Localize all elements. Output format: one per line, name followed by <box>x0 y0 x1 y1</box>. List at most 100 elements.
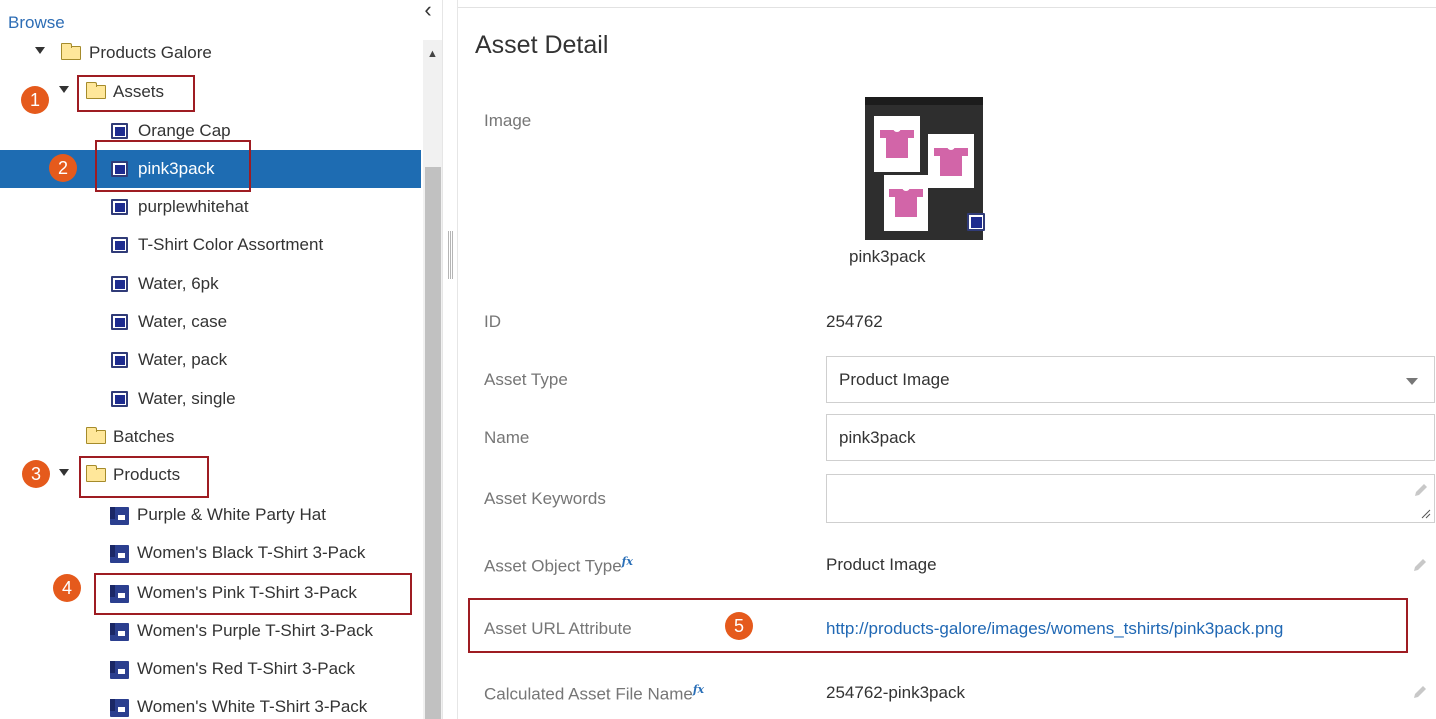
tshirt-shape <box>889 187 923 217</box>
asset-keywords-label: Asset Keywords <box>484 489 606 508</box>
tree-item-label: Women's Red T-Shirt 3-Pack <box>137 659 356 678</box>
tree-item-product[interactable]: Women's White T-Shirt 3-Pack <box>0 688 421 719</box>
browse-title: Browse <box>8 13 65 32</box>
product-icon <box>110 661 129 679</box>
id-value: 254762 <box>826 312 883 331</box>
expand-triangle-icon[interactable] <box>35 47 45 54</box>
resize-handle-icon[interactable] <box>1421 509 1431 519</box>
pane-splitter[interactable] <box>442 0 458 719</box>
tree-item-label: Water, single <box>138 389 236 408</box>
fx-icon: fx <box>692 683 705 696</box>
splitter-grip-icon[interactable] <box>448 231 454 279</box>
marker-4: 4 <box>53 574 81 602</box>
chevron-down-icon[interactable] <box>1406 378 1418 385</box>
callout-box-assets <box>77 75 195 112</box>
id-label: ID <box>484 312 501 331</box>
tree-item-asset[interactable]: Water, 6pk <box>0 265 421 303</box>
scrollbar-thumb[interactable] <box>425 167 441 719</box>
asset-icon <box>111 352 128 368</box>
asset-icon <box>111 314 128 330</box>
tree-item-assets[interactable]: Assets <box>0 73 421 111</box>
callout-box-products <box>79 456 209 498</box>
tree-item-asset[interactable]: T-Shirt Color Assortment <box>0 226 421 264</box>
thumbnail-caption: pink3pack <box>849 247 926 266</box>
page-title: Asset Detail <box>475 31 609 59</box>
tree-item-label: Products Galore <box>89 43 212 62</box>
asset-icon <box>111 199 128 215</box>
callout-box-pink-tshirt <box>94 573 412 615</box>
tree-item-batches[interactable]: Batches <box>0 418 421 456</box>
tree-item-product[interactable]: Women's Black T-Shirt 3-Pack <box>0 534 421 572</box>
divider <box>458 7 1436 8</box>
calculated-file-name-label-text: Calculated Asset File Name <box>484 684 693 704</box>
tree-item-asset[interactable]: Water, case <box>0 303 421 341</box>
marker-5: 5 <box>725 612 753 640</box>
product-icon <box>110 699 129 717</box>
chevron-left-icon[interactable]: ‹ <box>418 0 438 22</box>
calculated-file-name-label: Calculated Asset File Namefx <box>484 683 704 705</box>
asset-icon <box>111 123 128 139</box>
asset-type-badge-icon <box>967 213 985 231</box>
asset-keywords-textarea[interactable] <box>826 474 1435 523</box>
tree-item-product[interactable]: Women's Red T-Shirt 3-Pack <box>0 650 421 688</box>
expand-triangle-icon[interactable] <box>59 86 69 93</box>
tshirt-shape <box>880 128 914 158</box>
pencil-edit-icon[interactable] <box>1412 481 1430 499</box>
tree-item-label: Water, 6pk <box>138 274 219 293</box>
folder-icon <box>61 43 81 60</box>
callout-box-pink3pack <box>95 140 251 192</box>
folder-icon <box>86 427 106 444</box>
tree-item-asset[interactable]: Water, pack <box>0 341 421 379</box>
tree-item-label: Orange Cap <box>138 121 231 140</box>
asset-icon <box>111 276 128 292</box>
asset-type-label: Asset Type <box>484 370 568 389</box>
tree-item-label: Women's Purple T-Shirt 3-Pack <box>137 621 373 640</box>
tree-item-label: purplewhitehat <box>138 197 249 216</box>
tree-item-label: Batches <box>113 427 175 446</box>
asset-type-select[interactable]: Product Image <box>826 356 1435 403</box>
tree-item-product[interactable]: Purple & White Party Hat <box>0 496 421 534</box>
name-label: Name <box>484 428 530 447</box>
asset-object-type-label-text: Asset Object Type <box>484 556 622 576</box>
tree-item-products[interactable]: Products <box>0 456 421 494</box>
tree-item-label: Water, pack <box>138 350 228 369</box>
tree-item-product[interactable]: Women's Purple T-Shirt 3-Pack <box>0 612 421 650</box>
tree-item-products-galore[interactable]: Products Galore <box>0 34 421 72</box>
asset-type-selected-value: Product Image <box>839 370 950 389</box>
tree-item-label: Women's Black T-Shirt 3-Pack <box>137 543 366 562</box>
pencil-edit-icon[interactable] <box>1411 683 1429 701</box>
tree-item-label: T-Shirt Color Assortment <box>138 235 324 254</box>
marker-3: 3 <box>22 460 50 488</box>
fx-icon: fx <box>621 555 633 568</box>
tree-scrollbar[interactable]: ▲ <box>423 40 442 719</box>
asset-url-link[interactable]: http://products-galore/images/womens_tsh… <box>826 619 1283 639</box>
product-icon <box>110 623 129 641</box>
tshirt-image <box>884 175 928 231</box>
name-input[interactable] <box>826 414 1435 461</box>
marker-1: 1 <box>21 86 49 114</box>
asset-object-type-label: Asset Object Typefx <box>484 555 633 577</box>
product-icon <box>110 545 129 563</box>
tree-item-label: Water, case <box>138 312 228 331</box>
tshirt-image <box>874 116 920 172</box>
product-icon <box>110 507 129 525</box>
thumbnail-titlebar <box>865 97 983 105</box>
tshirt-shape <box>934 146 968 176</box>
image-label: Image <box>484 111 532 130</box>
tree-item-asset[interactable]: Water, single <box>0 380 421 418</box>
expand-triangle-icon[interactable] <box>59 469 69 476</box>
asset-url-label: Asset URL Attribute <box>484 619 632 638</box>
asset-thumbnail[interactable] <box>865 97 985 240</box>
marker-2: 2 <box>49 154 77 182</box>
tree-item-label: Women's White T-Shirt 3-Pack <box>137 697 368 716</box>
asset-icon <box>111 391 128 407</box>
scroll-up-arrow-icon[interactable]: ▲ <box>423 48 442 60</box>
pencil-edit-icon[interactable] <box>1411 556 1429 574</box>
asset-icon <box>111 237 128 253</box>
asset-detail-panel: Asset Detail Image pink3pack ID 254762 A… <box>458 0 1436 719</box>
browse-panel: Browse ‹ Products Galore Assets Orange C… <box>0 0 442 719</box>
asset-object-type-value: Product Image <box>826 555 937 574</box>
tshirt-image <box>928 134 974 188</box>
tree-item-asset[interactable]: purplewhitehat <box>0 188 421 226</box>
tree-item-label: Purple & White Party Hat <box>137 505 326 524</box>
